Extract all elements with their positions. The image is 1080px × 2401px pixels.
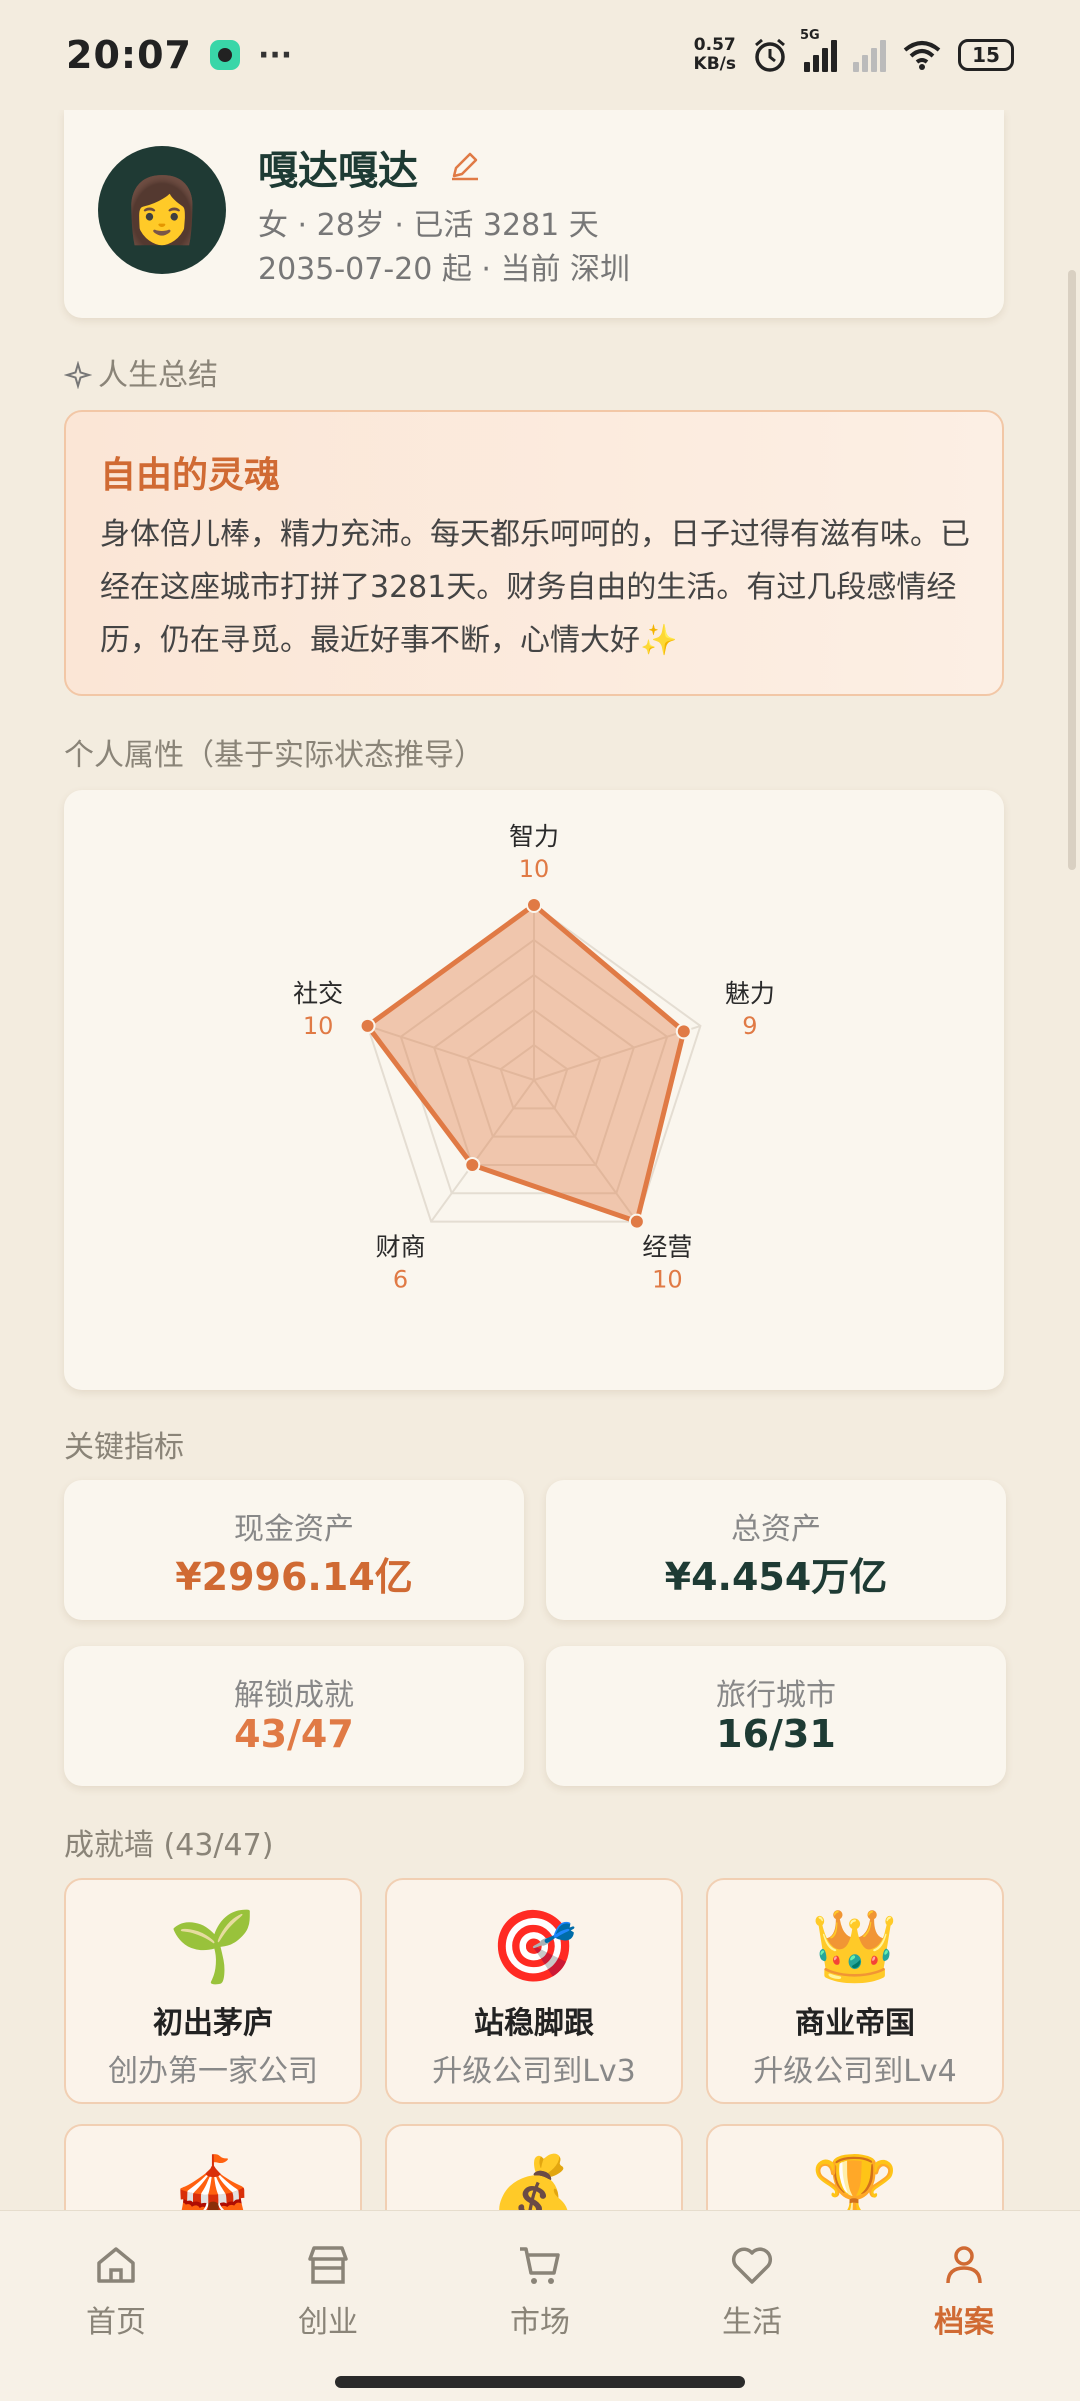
attributes-section-title: 个人属性（基于实际状态推导） (64, 738, 484, 773)
achievement-title: 商业帝国 (795, 2006, 915, 2041)
crown-icon: 👑 (811, 1905, 899, 1987)
person-icon (946, 2246, 982, 2284)
sprout-icon: 🌱 (169, 1905, 257, 1987)
target-icon: 🎯 (490, 1905, 578, 1987)
achievement-desc: 升级公司到Lv3 (432, 2054, 636, 2089)
metric-total-assets: 总资产 ¥4.454万亿 (546, 1480, 1006, 1620)
cellular-signal-icon: 5G (800, 28, 837, 72)
achievement-card[interactable]: 🌱 初出茅庐 创办第一家公司 (64, 1878, 362, 2104)
radar-data-point (359, 1017, 376, 1034)
money-bag-icon: 💰 (490, 2151, 578, 2210)
nav-market[interactable]: 市场 (480, 2241, 600, 2341)
radar-axis-value: 10 (519, 855, 550, 883)
radar-axis-label: 魅力 (725, 979, 775, 1008)
profile-basic-info: 女 · 28岁 · 已活 3281 天 (258, 208, 599, 243)
home-indicator[interactable] (335, 2376, 745, 2388)
metric-cash-assets: 现金资产 ¥2996.14亿 (64, 1480, 524, 1620)
achievements-section-title: 成就墙 (43/47) (64, 1828, 274, 1863)
avatar[interactable]: 👩 (98, 146, 226, 274)
summary-text: 身体倍儿棒，精力充沛。每天都乐呵呵的，日子过得有滋有味。已经在这座城市打拼了32… (100, 517, 970, 658)
wifi-icon (903, 41, 941, 70)
profile-start-location: 2035-07-20 起 · 当前 深圳 (258, 252, 631, 287)
battery-indicator: 15 (958, 39, 1014, 71)
attributes-radar-card: 智力 10 魅力 9 经营 10 财商 6 社交 10 (64, 790, 1004, 1390)
more-notifications-icon: ··· (257, 37, 293, 73)
cellular-signal-2-icon (853, 38, 886, 72)
alarm-icon (755, 38, 785, 72)
achievement-card[interactable]: 🎪 (64, 2124, 362, 2210)
achievement-title: 初出茅庐 (153, 2006, 273, 2041)
network-speed: 0.57 KB/s (693, 35, 736, 74)
profile-card: 👩 嘎达嘎达 女 · 28岁 · 已活 3281 天 2035-07-20 起 … (64, 110, 1004, 318)
radar-data-point (628, 1213, 645, 1230)
achievement-card[interactable]: 💰 (385, 2124, 683, 2210)
achievement-title: 站稳脚跟 (474, 2006, 594, 2041)
metric-travel-cities: 旅行城市 16/31 (546, 1646, 1006, 1786)
app-notification-icon (209, 40, 240, 70)
radar-data-point (526, 897, 542, 913)
status-time: 20:07 (66, 33, 192, 77)
radar-axis-value: 6 (393, 1266, 408, 1294)
nav-business[interactable]: 创业 (268, 2241, 388, 2341)
achievement-card[interactable]: 👑 商业帝国 升级公司到Lv4 (706, 1878, 1004, 2104)
scrollbar[interactable] (1068, 270, 1076, 870)
nav-home[interactable]: 首页 (56, 2241, 176, 2341)
profile-scroll-content[interactable]: 👩 嘎达嘎达 女 · 28岁 · 已活 3281 天 2035-07-20 起 … (0, 110, 1080, 2210)
metrics-section-title: 关键指标 (64, 1430, 184, 1465)
radar-axis-label: 经营 (642, 1233, 692, 1262)
radar-chart: 智力 10 魅力 9 经营 10 财商 6 社交 10 (293, 822, 775, 1294)
sparkle-icon (64, 361, 92, 389)
radar-axis-label: 社交 (293, 979, 343, 1008)
home-icon (97, 2247, 135, 2283)
achievement-desc: 升级公司到Lv4 (753, 2054, 957, 2089)
radar-axis-label: 智力 (509, 822, 559, 851)
store-icon (308, 2246, 348, 2284)
nav-profile[interactable]: 档案 (904, 2241, 1024, 2341)
radar-axis-value: 9 (742, 1012, 757, 1040)
cart-icon (520, 2247, 560, 2284)
achievement-desc: 创办第一家公司 (108, 2054, 318, 2089)
status-bar: 20:07 ··· 0.57 KB/s 5G 15 (0, 0, 1080, 110)
trophy-icon: 🏆 (811, 2151, 899, 2210)
radar-data-point (464, 1156, 481, 1173)
summary-title: 自由的灵魂 (100, 455, 281, 496)
edit-pencil-icon[interactable] (448, 148, 482, 182)
metric-achievements-unlocked: 解锁成就 43/47 (64, 1646, 524, 1786)
radar-axis-value: 10 (652, 1266, 683, 1294)
radar-axis-label: 财商 (376, 1233, 426, 1262)
circus-tent-icon: 🎪 (169, 2151, 257, 2210)
summary-section-title: 人生总结 (64, 350, 218, 394)
profile-name: 嘎达嘎达 (258, 148, 418, 194)
heart-icon (731, 2247, 773, 2284)
nav-life[interactable]: 生活 (692, 2241, 812, 2341)
radar-axis-value: 10 (303, 1012, 334, 1040)
bottom-navigation: 首页 创业 市场 生活 档案 (0, 2210, 1080, 2401)
achievement-card[interactable]: 🎯 站稳脚跟 升级公司到Lv3 (385, 1878, 683, 2104)
life-summary-card: 自由的灵魂 身体倍儿棒，精力充沛。每天都乐呵呵的，日子过得有滋有味。已经在这座城… (64, 410, 1004, 696)
radar-data-point (675, 1023, 692, 1040)
achievement-card[interactable]: 🏆 (706, 2124, 1004, 2210)
